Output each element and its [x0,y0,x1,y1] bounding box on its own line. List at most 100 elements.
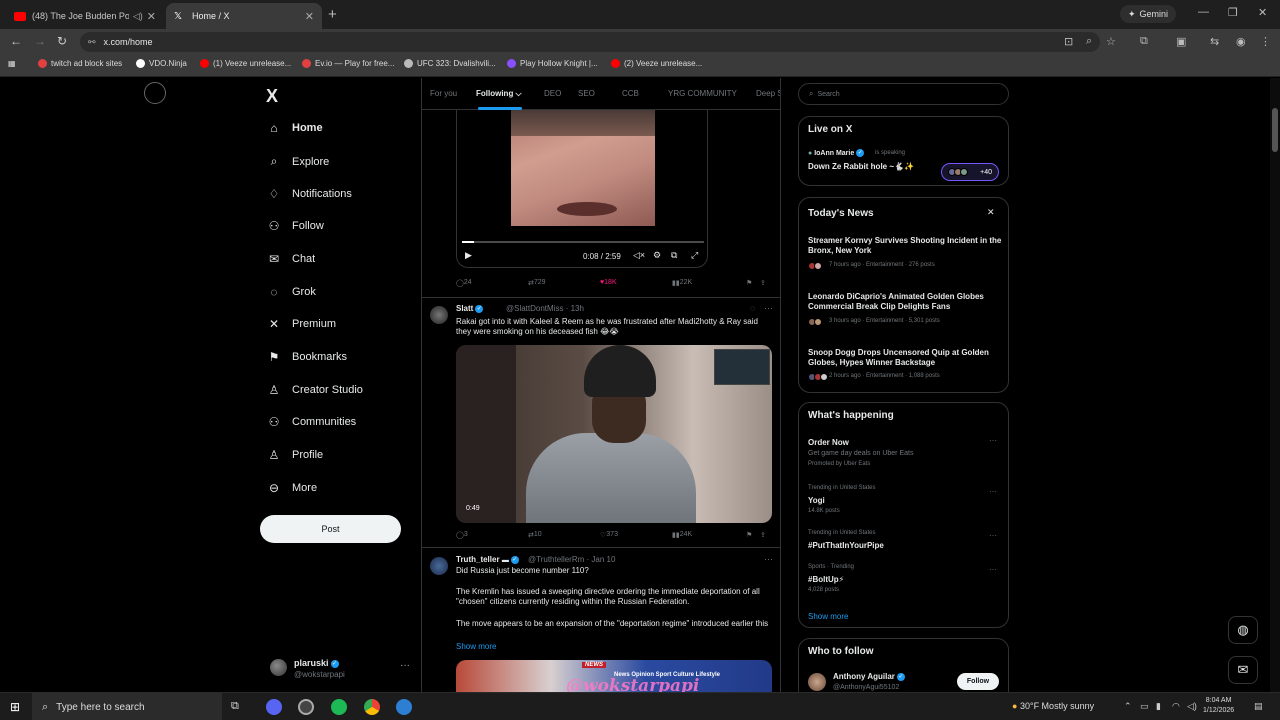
nav-follow[interactable]: ⚇ Follow [266,219,324,233]
post-button[interactable]: Post [260,515,401,543]
nav-notifications[interactable]: ♢ Notifications [266,187,352,201]
bookmark-item[interactable]: twitch ad block sites [38,59,122,68]
tab-yrg-community[interactable]: YRG COMMUNITY [668,89,737,98]
bookmark-item[interactable]: Play Hollow Knight |... [507,59,598,68]
close-window-icon[interactable]: ✕ [1258,6,1267,19]
tab-following[interactable]: Following ⌵ [476,89,522,99]
nav-communities[interactable]: ⚇ Communities [266,415,357,429]
fullscreen-icon[interactable]: ⤢ [691,250,698,261]
tweet-author-name[interactable]: Truth_teller ▬ ✓ [456,555,519,564]
more-dots-icon[interactable]: ··· [989,487,997,496]
back-icon[interactable]: ← [10,34,22,48]
close-tab-icon[interactable]: ✕ [305,10,314,23]
avatar[interactable] [430,306,448,324]
nav-home[interactable]: ⌂ Home [266,121,322,135]
trend-name[interactable]: #PutThatInYourPipe [808,541,884,550]
nav-bookmarks[interactable]: ⚑ Bookmarks [266,350,347,364]
views-button[interactable]: ▮▮ 22K [672,279,692,287]
follow-button[interactable]: Follow [957,673,999,690]
listeners-pill[interactable]: +40 [941,163,999,181]
bookmark-item[interactable]: (2) Veeze unrelease... [611,59,702,68]
settings-gear-icon[interactable]: ⚙ [653,250,661,261]
more-dots-icon[interactable]: ··· [989,565,997,574]
notification-icon[interactable]: ▤ [1254,701,1263,712]
chevron-up-icon[interactable]: ⌃ [1124,701,1132,712]
tab-home-x[interactable]: 𝕏 Home / X ✕ [166,3,322,29]
more-dots-icon[interactable]: ··· [989,531,997,540]
account-switcher[interactable]: plaruski ✓ @wokstarpapi ··· [270,656,410,682]
show-more-link[interactable]: Show more [456,642,496,651]
forward-icon[interactable]: → [34,34,46,48]
bookmark-star-icon[interactable]: ☆ [1106,35,1116,48]
speaker-icon[interactable]: ◁) [133,11,143,22]
news-headline[interactable]: Leonardo DiCaprio's Animated Golden Glob… [808,292,1002,312]
tweet-handle[interactable]: @SlattDontMiss · 13h [506,304,584,313]
share-icon[interactable]: ⇪ [760,531,766,539]
tab-deo[interactable]: DEO [544,89,561,98]
restore-icon[interactable]: ❐ [1228,6,1238,19]
clock[interactable]: 8:04 AM 1/12/2026 [1203,696,1234,716]
scrollbar-thumb[interactable] [1272,108,1278,152]
bookmark-button-icon[interactable]: ⚑ [746,279,752,287]
nav-more[interactable]: ⊖ More [266,481,317,495]
tab-for-you[interactable]: For you [430,89,457,98]
nav-grok[interactable]: ◌ Grok [266,285,315,299]
reply-button[interactable]: ◯ 3 [456,531,468,539]
suggested-user-name[interactable]: Anthony Aguilar ✓ [833,672,905,681]
video-progress-bar[interactable] [462,241,704,243]
bookmark-button-icon[interactable]: ⚑ [746,531,752,539]
show-more-link[interactable]: Show more [808,612,848,621]
more-dots-icon[interactable]: ··· [400,660,410,671]
menu-kebab-icon[interactable]: ⋮ [1260,35,1271,48]
repost-button[interactable]: ⇄ 729 [528,279,546,287]
live-topic[interactable]: Down Ze Rabbit hole ~🐇✨ [808,162,914,171]
site-info-icon[interactable]: ⚯ [88,37,96,48]
nav-explore[interactable]: ⌕ Explore [266,154,330,169]
wifi-icon[interactable]: ◠ [1172,701,1180,712]
like-button[interactable]: ♡ 373 [600,531,618,539]
play-icon[interactable]: ▶ [465,250,472,261]
microphone-icon[interactable]: ▮ [1156,701,1161,712]
like-button[interactable]: ♥ 18K [600,279,617,286]
close-tab-icon[interactable]: ✕ [147,10,156,23]
pip-icon[interactable]: ⧉ [671,250,677,261]
address-bar[interactable]: ⚯ x.com/home [80,32,1100,52]
search-input[interactable]: ⌕ Search [798,83,1009,105]
live-on-x-card[interactable]: Live on X ● IoAnn Marie ✓ is speaking Dow… [798,116,1009,186]
tweet-author-name[interactable]: Slatt ✓ [456,304,484,313]
tweet-video[interactable]: 0:49 [456,345,772,523]
extensions-icon[interactable]: ⧉ [1140,35,1148,48]
install-app-icon[interactable]: ⊡ [1064,35,1073,48]
video-player[interactable]: ▶ 0:08 / 2:59 ◁× ⚙ ⧉ ⤢ [456,110,708,268]
more-dots-icon[interactable]: ··· [764,554,773,564]
news-headline[interactable]: Streamer Kornvy Survives Shooting Incide… [808,236,1002,256]
nav-premium[interactable]: ✕ Premium [266,317,336,331]
windows-start-icon[interactable]: ⊞ [10,700,20,714]
nav-creator-studio[interactable]: ♙ Creator Studio [266,383,363,397]
news-headline[interactable]: Snoop Dogg Drops Uncensored Quip at Gold… [808,348,1002,368]
bookmark-item[interactable]: UFC 323: Dvalishvili... [404,59,496,68]
nav-profile[interactable]: ♙ Profile [266,448,324,462]
bookmark-item[interactable]: VDO.Ninja [136,59,187,68]
network-icon[interactable]: ▭ [1140,701,1149,712]
apps-grid-icon[interactable]: ▦ [8,59,16,68]
volume-icon[interactable]: ◁) [1187,701,1197,712]
app-icon[interactable] [396,699,412,715]
nav-chat[interactable]: ✉ Chat [266,252,315,266]
x-logo-icon[interactable]: X [266,86,278,107]
live-host[interactable]: ● IoAnn Marie ✓ [808,149,865,157]
weather-widget[interactable]: ● 30°F Mostly sunny [1012,701,1094,711]
mute-icon[interactable]: ◁× [633,250,645,261]
gemini-button[interactable]: ✦ Gemini [1120,5,1177,23]
tab-seo[interactable]: SEO [578,89,595,98]
avatar[interactable] [808,673,826,691]
trend-name[interactable]: Yogi [808,496,825,505]
repost-button[interactable]: ⇄ 10 [528,531,542,539]
views-button[interactable]: ▮▮ 24K [672,531,692,539]
avatar[interactable] [430,557,448,575]
share-icon[interactable]: ⇪ [760,279,766,287]
translate-icon[interactable]: ⇆ [1210,35,1219,48]
minimize-icon[interactable]: — [1198,6,1209,18]
tweet-handle[interactable]: @TruthtellerRm · Jan 10 [528,555,615,564]
sidebar-icon[interactable]: ▣ [1176,35,1186,48]
